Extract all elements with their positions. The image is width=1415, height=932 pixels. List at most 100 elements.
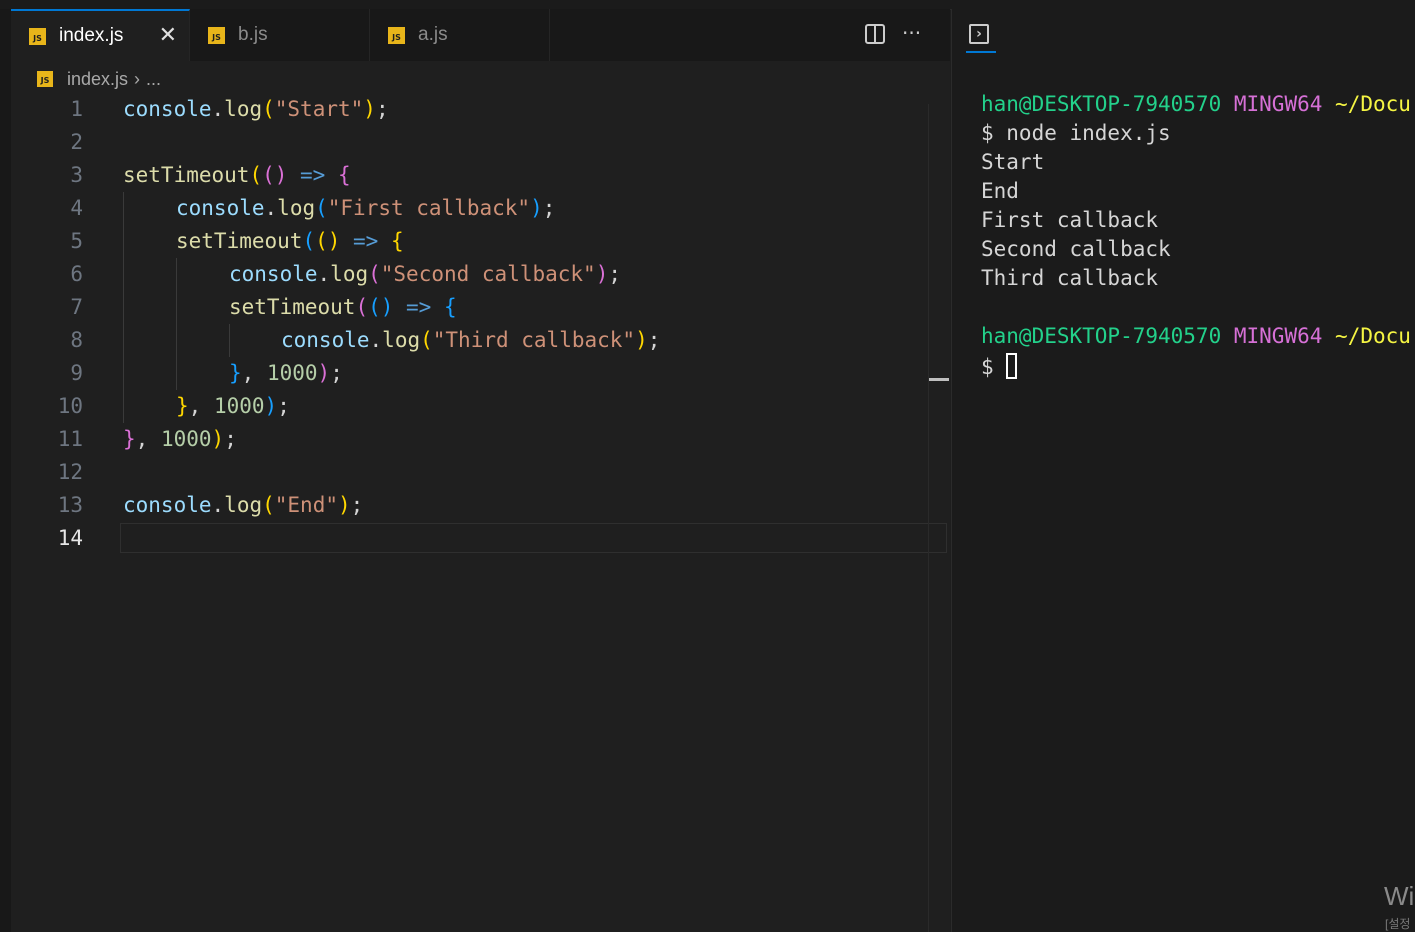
tab-label: index.js (59, 25, 124, 46)
code-token: , (188, 394, 214, 418)
line-number: 6 (70, 262, 83, 286)
code-token: ( (262, 97, 275, 121)
code-token: { (443, 295, 457, 319)
prompt-env: MINGW64 (1233, 324, 1323, 348)
code-line[interactable]: }, 1000); (229, 361, 343, 385)
code-token: } (176, 394, 189, 418)
code-token: setTimeout (123, 163, 250, 187)
code-token: log (382, 328, 421, 352)
breadcrumb-more[interactable]: ... (146, 69, 161, 90)
code-token: } (229, 361, 242, 385)
chevron-right-icon: › (134, 68, 141, 89)
code-token: ) (530, 196, 543, 220)
line-number: 3 (70, 163, 83, 187)
prompt-env: MINGW64 (1233, 92, 1323, 116)
code-token: console (281, 328, 370, 352)
current-line-highlight[interactable] (120, 523, 947, 553)
terminal-header: › (952, 9, 1415, 61)
code-token: ) (317, 361, 331, 385)
activity-edge (0, 9, 11, 932)
code-token: setTimeout (229, 295, 356, 319)
code-token: "Third callback" (432, 328, 636, 352)
code-token: ( (262, 493, 275, 517)
line-number: 10 (57, 394, 83, 418)
code-token: "First callback" (327, 196, 531, 220)
code-token: ( (368, 262, 381, 286)
terminal-panel[interactable]: › han@DESKTOP-7940570 MINGW64 ~/Docu $ n… (951, 9, 1415, 932)
code-token: ( (315, 196, 328, 220)
code-line[interactable]: console.log("Third callback"); (281, 328, 660, 352)
code-token: log (224, 493, 263, 517)
code-token: . (211, 493, 225, 517)
code-token: ( (355, 295, 369, 319)
editor-area: JS index.js ✕ JS b.js JS a.js ··· JS ind… (0, 9, 950, 932)
code-token: ; (608, 262, 622, 286)
code-token: => (393, 295, 444, 319)
code-line[interactable]: setTimeout(() => { (123, 163, 351, 187)
line-number: 11 (57, 427, 83, 451)
terminal-command-line: $ node index.js (981, 121, 1171, 145)
tab-index-js[interactable]: JS index.js ✕ (11, 9, 190, 61)
terminal-prompt-line: han@DESKTOP-7940570 MINGW64 ~/Docu (981, 92, 1411, 116)
indent-guide (123, 192, 124, 423)
code-token: ; (224, 427, 237, 451)
code-token: ) (211, 427, 225, 451)
code-token: , (135, 427, 161, 451)
line-number: 7 (70, 295, 83, 319)
code-line[interactable]: }, 1000); (123, 427, 237, 451)
code-line[interactable]: console.log("Second callback"); (229, 262, 621, 286)
prompt-user: han@DESKTOP-7940570 (981, 92, 1222, 116)
code-line[interactable]: setTimeout(() => { (176, 229, 404, 253)
code-token: console (176, 196, 265, 220)
code-token: 1000 (160, 427, 212, 451)
terminal-output-line: Start (981, 150, 1045, 174)
code-token: "Second callback" (380, 262, 596, 286)
line-number: 5 (70, 229, 83, 253)
code-token: "Start" (274, 97, 364, 121)
code-token: () (368, 295, 394, 319)
tab-label: b.js (238, 24, 268, 45)
code-token: () (262, 163, 288, 187)
breadcrumb-file[interactable]: index.js (67, 69, 128, 90)
code-token: ) (595, 262, 609, 286)
overview-ruler-cursor (929, 378, 949, 381)
line-number: 12 (57, 460, 83, 484)
code-token: console (229, 262, 318, 286)
editor-tab-bar: JS index.js ✕ JS b.js JS a.js ··· (11, 9, 950, 61)
code-token: , (241, 361, 267, 385)
code-line[interactable]: console.log("Start"); (123, 97, 389, 121)
code-token: log (277, 196, 316, 220)
editor-scrollbar-track[interactable] (928, 104, 929, 932)
code-token: log (224, 97, 263, 121)
terminal-output-line: End (981, 179, 1019, 203)
close-icon[interactable]: ✕ (159, 23, 177, 48)
split-editor-icon[interactable] (864, 23, 886, 50)
code-token: ( (420, 328, 433, 352)
terminal-input-line[interactable]: $ (981, 353, 1018, 379)
more-actions-icon[interactable]: ··· (902, 21, 921, 45)
line-number: 4 (70, 196, 83, 220)
code-token: ; (375, 97, 389, 121)
code-token: () (315, 229, 341, 253)
code-token: . (211, 97, 225, 121)
terminal-panel-icon[interactable]: › (969, 24, 989, 44)
code-line[interactable]: setTimeout(() => { (229, 295, 457, 319)
code-token: } (123, 427, 136, 451)
code-token: . (264, 196, 278, 220)
activation-watermark: Wi (1384, 881, 1415, 911)
code-line[interactable]: console.log("End"); (123, 493, 363, 517)
code-line[interactable]: console.log("First callback"); (176, 196, 555, 220)
tab-a-js[interactable]: JS a.js (370, 9, 550, 61)
code-token: { (337, 163, 351, 187)
code-token: 1000 (266, 361, 318, 385)
js-file-icon: JS (37, 71, 53, 87)
code-token: ; (647, 328, 661, 352)
terminal-output-line: First callback (981, 208, 1159, 232)
code-token: 1000 (213, 394, 265, 418)
line-number-current: 14 (57, 526, 83, 550)
tab-b-js[interactable]: JS b.js (190, 9, 370, 61)
activation-watermark-sub: [설정 (1385, 917, 1411, 931)
code-line[interactable]: }, 1000); (176, 394, 290, 418)
js-file-icon: JS (388, 26, 405, 44)
code-token: ) (337, 493, 351, 517)
